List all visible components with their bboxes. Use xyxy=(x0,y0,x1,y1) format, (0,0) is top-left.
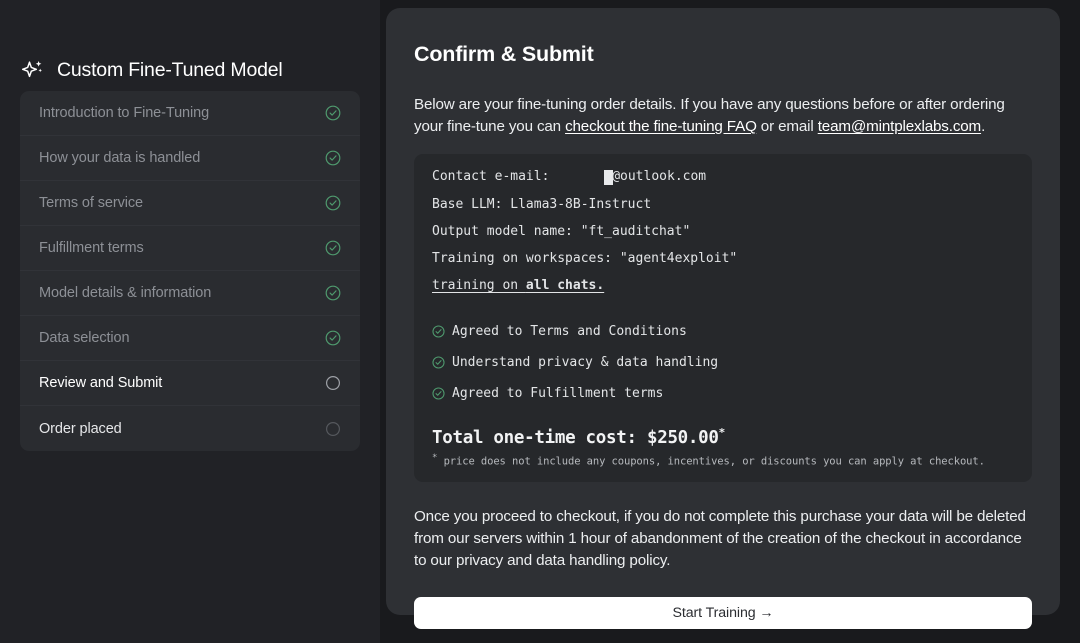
confirm-submit-panel: Confirm & Submit Below are your fine-tun… xyxy=(386,8,1060,615)
output-model-name-row: Output model name: "ft_auditchat" xyxy=(432,224,1014,240)
sidebar-item-model-details-information[interactable]: Model details & information xyxy=(20,271,360,316)
intro-text-part3: . xyxy=(981,118,985,135)
total-cost-row: Total one-time cost: $250.00* xyxy=(432,426,1014,448)
agreement-label: Agreed to Terms and Conditions xyxy=(452,324,687,339)
sidebar-item-fulfillment-terms[interactable]: Fulfillment terms xyxy=(20,226,360,271)
step-label: Review and Submit xyxy=(39,375,162,391)
step-label: Data selection xyxy=(39,330,130,346)
start-training-button[interactable]: Start Training → xyxy=(414,597,1032,629)
training-scope-row: training on all chats. xyxy=(432,278,1014,294)
check-circle-icon xyxy=(325,150,341,166)
sidebar-item-order-placed[interactable]: Order placed xyxy=(20,406,360,451)
check-circle-icon xyxy=(325,240,341,256)
contact-email-label: Contact e-mail: xyxy=(432,169,549,185)
page-title: Confirm & Submit xyxy=(414,42,1032,67)
sidebar-item-how-your-data-is-handled[interactable]: How your data is handled xyxy=(20,136,360,181)
empty-circle-icon xyxy=(325,375,341,391)
contact-email-value: @outlook.com xyxy=(612,169,706,185)
agreement-label: Understand privacy & data handling xyxy=(452,355,718,370)
agreement-fulfillment-terms: Agreed to Fulfillment terms xyxy=(432,386,1014,401)
empty-circle-icon xyxy=(325,421,341,437)
check-circle-icon xyxy=(325,330,341,346)
check-circle-icon xyxy=(325,195,341,211)
sparkle-icon xyxy=(20,58,46,84)
intro-paragraph: Below are your fine-tuning order details… xyxy=(414,94,1032,138)
contact-email-row: Contact e-mail: @outlook.com xyxy=(432,169,1014,185)
steps-list: Introduction to Fine-Tuning How your dat… xyxy=(20,91,360,451)
check-circle-icon xyxy=(432,387,445,400)
step-label: Introduction to Fine-Tuning xyxy=(39,105,209,121)
order-details-block: Contact e-mail: @outlook.com Base LLM: L… xyxy=(414,154,1032,482)
check-circle-icon xyxy=(432,325,445,338)
agreement-label: Agreed to Fulfillment terms xyxy=(452,386,663,401)
agreement-terms-and-conditions: Agreed to Terms and Conditions xyxy=(432,324,1014,339)
sidebar-item-introduction-to-fine-tuning[interactable]: Introduction to Fine-Tuning xyxy=(20,91,360,136)
step-label: How your data is handled xyxy=(39,150,200,166)
intro-text-part2: or email xyxy=(757,118,818,135)
sidebar-header: Custom Fine-Tuned Model xyxy=(0,0,380,91)
support-email-link[interactable]: team@mintplexlabs.com xyxy=(818,118,981,135)
total-cost-label: Total one-time cost: xyxy=(432,427,637,447)
total-cost-value: $250.00 xyxy=(647,427,719,447)
step-label: Order placed xyxy=(39,421,122,437)
sidebar-item-terms-of-service[interactable]: Terms of service xyxy=(20,181,360,226)
main-content-area: Confirm & Submit Below are your fine-tun… xyxy=(380,0,1080,643)
sidebar: Custom Fine-Tuned Model Introduction to … xyxy=(0,0,380,643)
agreements-list: Agreed to Terms and Conditions Understan… xyxy=(432,324,1014,401)
training-scope-prefix: training on xyxy=(432,278,526,293)
check-circle-icon xyxy=(325,285,341,301)
check-circle-icon xyxy=(325,105,341,121)
training-scope-value: all chats. xyxy=(526,278,604,293)
footnote-marker: * xyxy=(432,453,437,463)
fine-tuning-faq-link[interactable]: checkout the fine-tuning FAQ xyxy=(565,118,757,135)
checkout-warning-paragraph: Once you proceed to checkout, if you do … xyxy=(414,506,1032,573)
fine-tune-wizard: Custom Fine-Tuned Model Introduction to … xyxy=(0,0,1080,643)
total-cost-footnote-marker: * xyxy=(719,426,725,439)
check-circle-icon xyxy=(432,356,445,369)
sidebar-item-data-selection[interactable]: Data selection xyxy=(20,316,360,361)
footnote-text: price does not include any coupons, ince… xyxy=(444,456,985,468)
step-label: Model details & information xyxy=(39,285,211,301)
step-label: Fulfillment terms xyxy=(39,240,144,256)
sidebar-item-review-and-submit[interactable]: Review and Submit xyxy=(20,361,360,406)
step-label: Terms of service xyxy=(39,195,143,211)
agreement-privacy-data-handling: Understand privacy & data handling xyxy=(432,355,1014,370)
training-workspaces-row: Training on workspaces: "agent4exploit" xyxy=(432,251,1014,267)
price-footnote: * price does not include any coupons, in… xyxy=(432,453,1014,468)
sidebar-title: Custom Fine-Tuned Model xyxy=(57,59,283,82)
base-llm-row: Base LLM: Llama3-8B-Instruct xyxy=(432,197,1014,213)
